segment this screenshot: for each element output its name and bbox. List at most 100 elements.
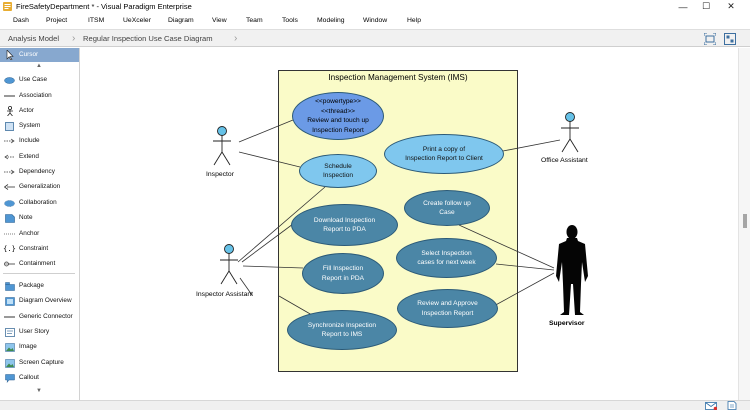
palette-item-callout[interactable]: Callout — [0, 371, 79, 385]
use-case-fill-report[interactable]: Fill Inspection Report in PDA — [302, 253, 384, 294]
palette-item-screen-capture[interactable]: Screen Capture — [0, 356, 79, 370]
palette-item-label: Actor — [19, 107, 34, 114]
menu-itsm[interactable]: ITSM — [88, 16, 104, 26]
palette-item-collaboration[interactable]: Collaboration — [0, 196, 79, 210]
palette-item-cursor[interactable]: Cursor — [0, 48, 79, 62]
use-case-create-follow-up[interactable]: Create follow up Case — [404, 190, 490, 226]
use-case-icon — [4, 75, 15, 85]
palette-item-note[interactable]: Note — [0, 211, 79, 225]
use-case-label: Download Inspection — [313, 216, 376, 224]
menu-window[interactable]: Window — [363, 16, 387, 26]
palette-item-label: Use Case — [19, 76, 48, 83]
use-case-label: Review and Approve — [417, 300, 478, 307]
palette-item-include[interactable]: Include — [0, 134, 79, 148]
use-case-label: Review and touch up — [307, 117, 369, 124]
palette-item-label: Package — [19, 282, 44, 289]
menu-modeling[interactable]: Modeling — [317, 16, 345, 26]
menu-project[interactable]: Project — [46, 16, 67, 26]
use-case-review-approve[interactable]: Review and Approve Inspection Report — [397, 289, 498, 328]
package-icon — [4, 281, 15, 291]
scroll-up-arrow-icon[interactable]: ▲ — [36, 63, 42, 69]
palette-item-label: Cursor — [19, 51, 39, 58]
minimize-button[interactable]: — — [672, 0, 694, 13]
title-bar: FireSafetyDepartment * - Visual Paradigm… — [0, 0, 750, 13]
menu-bar: Dash Project ITSM UeXceler Diagram View … — [0, 14, 750, 28]
menu-help[interactable]: Help — [407, 16, 421, 26]
palette-item-label: Dependency — [19, 168, 55, 175]
palette-item-containment[interactable]: Containment — [0, 257, 79, 271]
use-case-select-cases[interactable]: Select Inspection cases for next week — [396, 238, 497, 278]
palette-item-anchor[interactable]: Anchor — [0, 227, 79, 241]
use-case-review-touch-up[interactable]: <<powertype>> <<thread>> Review and touc… — [292, 92, 384, 140]
fit-diagram-icon[interactable] — [704, 33, 716, 45]
generic-connector-icon — [4, 312, 15, 322]
user-story-icon — [4, 327, 15, 337]
system-title: Inspection Management System (IMS) — [328, 73, 468, 82]
palette-item-use-case[interactable]: Use Case — [0, 73, 79, 87]
use-case-label: Report to IMS — [321, 331, 363, 338]
anchor-icon — [4, 229, 15, 239]
palette-item-package[interactable]: Package — [0, 279, 79, 293]
palette-item-diagram-overview[interactable]: Diagram Overview — [0, 294, 79, 308]
menu-view[interactable]: View — [212, 16, 227, 26]
palette-item-label: User Story — [19, 328, 50, 335]
palette-item-constraint[interactable]: {.} Constraint — [0, 242, 79, 256]
palette-item-label: Callout — [19, 374, 39, 381]
scrollbar-thumb[interactable] — [743, 214, 747, 228]
menu-diagram[interactable]: Diagram — [168, 16, 194, 26]
palette-item-label: Collaboration — [19, 199, 57, 206]
palette-item-image[interactable]: Image — [0, 340, 79, 354]
layout-icon[interactable] — [724, 33, 736, 45]
palette-item-association[interactable]: Association — [0, 89, 79, 103]
palette-item-generalization[interactable]: Generalization — [0, 180, 79, 194]
app-logo-icon — [3, 2, 12, 11]
palette-item-dependency[interactable]: Dependency — [0, 165, 79, 179]
actor-label-office-assistant: Office Assistant — [541, 157, 588, 164]
document-icon[interactable] — [727, 401, 737, 410]
use-case-print-copy[interactable]: Print a copy of Inspection Report to Cli… — [384, 134, 504, 174]
dependency-icon — [4, 167, 15, 177]
palette-item-system[interactable]: System — [0, 119, 79, 133]
window-title: FireSafetyDepartment * - Visual Paradigm… — [16, 2, 192, 11]
palette-item-label: Association — [19, 92, 52, 99]
actor-label-inspector: Inspector — [206, 171, 234, 178]
menu-tools[interactable]: Tools — [282, 16, 298, 26]
breadcrumb-diagram[interactable]: Regular Inspection Use Case Diagram — [83, 33, 213, 45]
palette-item-label: Anchor — [19, 230, 40, 237]
use-case-download-report[interactable]: Download Inspection Report to PDA — [291, 204, 398, 246]
use-case-label: Create follow up — [423, 199, 471, 207]
use-case-label: Inspection — [322, 172, 354, 179]
include-icon — [4, 136, 15, 146]
palette-item-label: Diagram Overview — [19, 297, 72, 304]
palette-item-label: System — [19, 122, 41, 129]
palette-item-label: Note — [19, 214, 33, 221]
maximize-button[interactable]: ☐ — [695, 0, 717, 13]
use-case-synchronize-report[interactable]: Synchronize Inspection Report to IMS — [287, 310, 397, 350]
palette-item-user-story[interactable]: User Story — [0, 325, 79, 339]
collaboration-icon — [4, 198, 15, 208]
actor-icon — [4, 106, 15, 116]
use-case-label: Select Inspection — [421, 249, 472, 257]
use-case-label: Fill Inspection — [322, 265, 364, 272]
diagram-overview-icon — [4, 296, 15, 306]
stereotype-label: <<powertype>> — [315, 98, 361, 105]
palette-item-generic-connector[interactable]: Generic Connector — [0, 310, 79, 324]
palette-item-label: Include — [19, 137, 40, 144]
palette-item-actor[interactable]: Actor — [0, 104, 79, 118]
vertical-scrollbar[interactable] — [738, 48, 750, 400]
close-button[interactable]: ✕ — [720, 0, 742, 13]
mail-icon[interactable] — [705, 402, 717, 410]
use-case-label: Inspection Report — [421, 309, 474, 317]
use-case-schedule-inspection[interactable]: Schedule Inspection — [299, 154, 377, 188]
menu-dash[interactable]: Dash — [13, 16, 29, 26]
palette-item-label: Generalization — [19, 183, 61, 190]
generalization-icon — [4, 182, 15, 192]
menu-uexceler[interactable]: UeXceler — [123, 16, 151, 26]
use-case-label: Schedule — [324, 162, 352, 170]
palette-item-label: Screen Capture — [19, 359, 64, 366]
palette-item-extend[interactable]: Extend — [0, 150, 79, 164]
scroll-down-arrow-icon[interactable]: ▼ — [36, 388, 42, 394]
image-icon — [4, 342, 15, 352]
breadcrumb-analysis-model[interactable]: Analysis Model — [8, 33, 59, 45]
menu-team[interactable]: Team — [246, 16, 263, 26]
